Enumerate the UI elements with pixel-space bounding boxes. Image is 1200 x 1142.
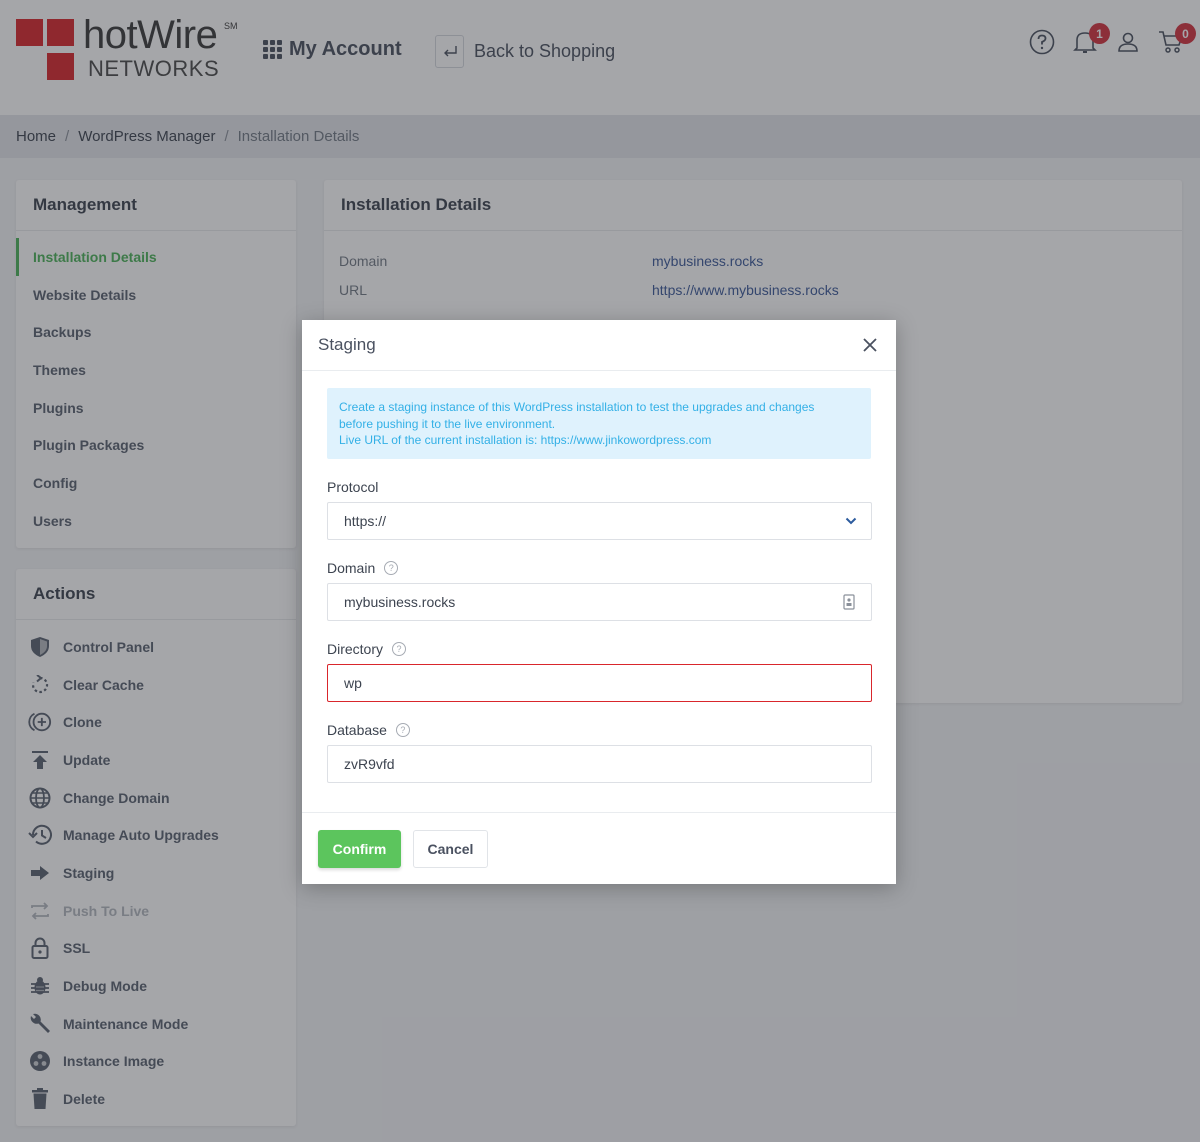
database-value: zvR9vfd: [344, 756, 395, 773]
domain-input[interactable]: mybusiness.rocks: [327, 583, 872, 622]
info-line: before pushing it to the live environmen…: [339, 416, 556, 431]
domain-field: Domain ? mybusiness.rocks: [327, 560, 872, 622]
modal-footer: Confirm Cancel: [302, 812, 896, 884]
info-line: Live URL of the current installation is:…: [339, 433, 712, 448]
directory-value: wp: [344, 675, 362, 692]
staging-modal: Staging Create a staging instance of thi…: [302, 320, 896, 884]
protocol-label: Protocol: [327, 479, 379, 496]
database-field: Database ? zvR9vfd: [327, 722, 872, 784]
modal-header: Staging: [302, 320, 896, 371]
directory-label: Directory ?: [327, 641, 871, 657]
cancel-button[interactable]: Cancel: [413, 830, 488, 868]
protocol-value: https://: [344, 513, 387, 530]
modal-title: Staging: [318, 335, 376, 354]
domain-value: mybusiness.rocks: [344, 594, 456, 611]
close-button[interactable]: [860, 335, 880, 355]
confirm-button[interactable]: Confirm: [318, 830, 401, 868]
directory-field: Directory ? wp: [327, 641, 872, 703]
help-icon[interactable]: ?: [395, 723, 410, 738]
database-input[interactable]: zvR9vfd: [327, 745, 872, 784]
staging-info-alert: Create a staging instance of this WordPr…: [327, 388, 871, 460]
contact-card-icon[interactable]: [843, 594, 855, 610]
info-line: Create a staging instance of this WordPr…: [339, 400, 815, 414]
directory-input[interactable]: wp: [327, 664, 872, 703]
chevron-down-icon: [845, 517, 857, 525]
database-label: Database ?: [327, 722, 871, 738]
protocol-field: Protocol https://: [327, 479, 872, 541]
help-icon[interactable]: ?: [392, 642, 407, 657]
close-icon: [863, 338, 877, 352]
domain-label: Domain ?: [327, 560, 871, 576]
protocol-select[interactable]: https://: [327, 502, 872, 541]
help-icon[interactable]: ?: [384, 561, 399, 576]
modal-body: Create a staging instance of this WordPr…: [302, 371, 896, 784]
